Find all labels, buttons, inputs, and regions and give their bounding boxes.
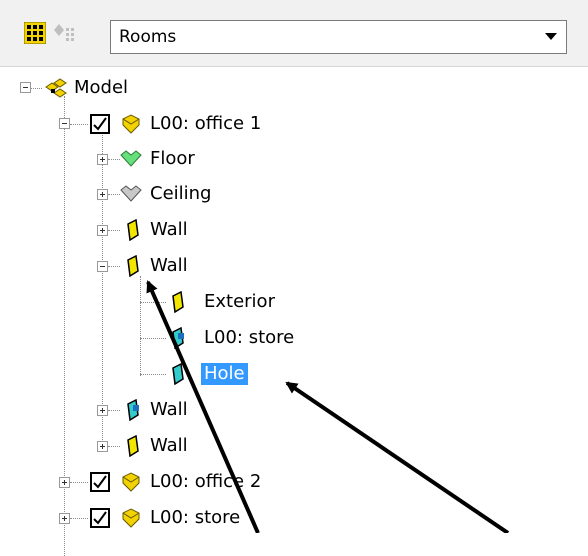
tree-item-store-child[interactable]: L00: store	[204, 327, 294, 349]
floor-icon	[120, 148, 142, 170]
room-icon	[120, 507, 142, 529]
view-selector-value: Rooms	[119, 27, 177, 47]
tree-item-store[interactable]: L00: store	[150, 507, 240, 529]
wall-icon	[125, 434, 147, 458]
chevron-down-icon[interactable]	[536, 33, 566, 41]
expand-wall-toggle[interactable]	[97, 441, 108, 452]
hole-icon	[170, 362, 192, 386]
room-icon	[120, 113, 142, 135]
wall-icon	[125, 254, 147, 278]
toolbar: Rooms	[0, 0, 588, 67]
expand-ceiling-toggle[interactable]	[97, 189, 108, 200]
tree-item-office1[interactable]: L00: office 1	[150, 113, 261, 135]
tree-item-ceiling[interactable]: Ceiling	[150, 183, 211, 205]
model-tree: Model L00: office 1 Floor Ceiling Wall W…	[0, 66, 588, 556]
grid-view-icon[interactable]	[23, 21, 47, 45]
expand-wall-toggle[interactable]	[97, 225, 108, 236]
tree-guide-line	[102, 132, 104, 440]
collapse-office1-toggle[interactable]	[59, 118, 70, 129]
collapse-wall-toggle[interactable]	[97, 261, 108, 272]
tree-item-wall[interactable]: Wall	[150, 399, 188, 421]
wall-icon	[125, 218, 147, 242]
wall-exterior-icon	[170, 290, 192, 314]
wall-cyan-icon	[125, 398, 147, 422]
tree-item-model[interactable]: Model	[74, 77, 128, 99]
model-icon	[44, 77, 67, 99]
tree-item-wall[interactable]: Wall	[150, 219, 188, 241]
tree-item-office2[interactable]: L00: office 2	[150, 471, 261, 493]
tree-guide-line	[140, 276, 142, 376]
expand-wall-toggle[interactable]	[97, 405, 108, 416]
ceiling-icon	[120, 183, 142, 205]
room-icon	[120, 471, 142, 493]
expand-office2-toggle[interactable]	[59, 477, 70, 488]
tree-item-hole-selected[interactable]: Hole	[201, 363, 248, 385]
adjacent-room-icon	[170, 326, 192, 350]
collapse-model-toggle[interactable]	[20, 82, 31, 93]
tree-item-wall-expanded[interactable]: Wall	[150, 255, 188, 277]
expand-floor-toggle[interactable]	[97, 154, 108, 165]
office1-checkbox[interactable]	[90, 114, 110, 134]
office2-checkbox[interactable]	[90, 472, 110, 492]
tree-item-floor[interactable]: Floor	[150, 148, 195, 170]
store-checkbox[interactable]	[90, 508, 110, 528]
view-selector-dropdown[interactable]: Rooms	[110, 20, 567, 54]
tree-item-exterior[interactable]: Exterior	[204, 291, 275, 313]
expand-store-toggle[interactable]	[59, 513, 70, 524]
hierarchy-filter-icon[interactable]	[51, 22, 77, 44]
tree-item-wall[interactable]: Wall	[150, 435, 188, 457]
